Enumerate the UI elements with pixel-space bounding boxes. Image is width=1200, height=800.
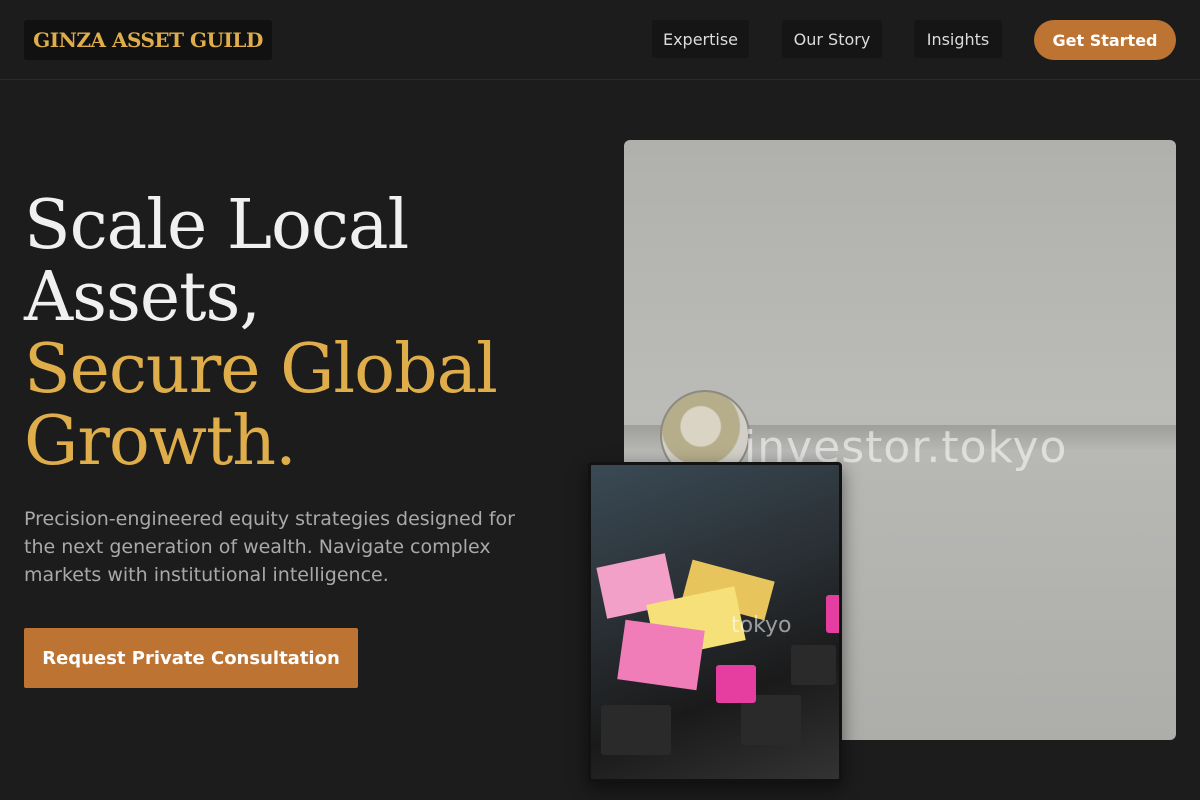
nav-item-our-story[interactable]: Our Story — [782, 20, 882, 58]
nav-item-insights[interactable]: Insights — [914, 20, 1002, 58]
headline-line-2: Secure Global Growth. — [24, 330, 498, 481]
hero-photo-sticky-notes: tokyo — [588, 462, 842, 782]
get-started-button[interactable]: Get Started — [1034, 20, 1176, 60]
brand-logo[interactable]: GINZA ASSET GUILD — [24, 20, 272, 60]
house-model — [601, 705, 671, 755]
hero-subtext: Precision-engineered equity strategies d… — [24, 508, 515, 586]
photo-watermark: tokyo — [731, 613, 792, 638]
site-header: GINZA ASSET GUILD Expertise Our Story In… — [0, 0, 1200, 80]
sticky-note — [617, 619, 705, 691]
request-consultation-button[interactable]: Request Private Consultation — [24, 628, 358, 688]
house-model-pink — [716, 665, 756, 703]
house-model — [791, 645, 836, 685]
house-model-pink — [826, 595, 839, 633]
headline-line-1: Scale Local Assets, — [24, 186, 409, 337]
nav-item-expertise[interactable]: Expertise — [652, 20, 749, 58]
hero-headline: Scale Local Assets, Secure Global Growth… — [24, 190, 584, 478]
